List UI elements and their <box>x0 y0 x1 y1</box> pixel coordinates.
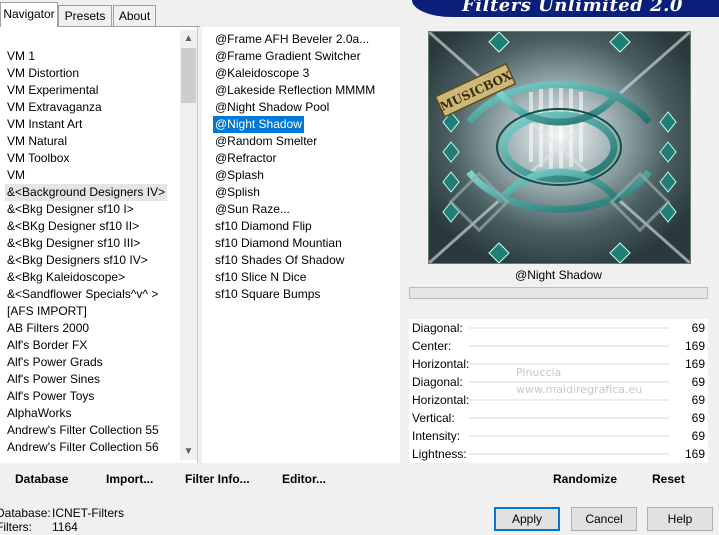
parameter-value: 69 <box>691 429 705 443</box>
filter-item[interactable]: @Splash <box>215 167 264 184</box>
category-item[interactable]: &<Background Designers IV> <box>5 184 168 201</box>
category-item[interactable]: AlphaWorks <box>7 405 71 422</box>
parameter-value: 69 <box>691 393 705 407</box>
category-item[interactable]: Alf's Power Sines <box>7 371 100 388</box>
category-item[interactable]: VM Natural <box>7 133 67 150</box>
scroll-thumb[interactable] <box>181 48 196 103</box>
category-item[interactable]: [AFS IMPORT] <box>7 303 87 320</box>
database-label: Database: <box>0 506 51 520</box>
filter-item[interactable]: @Splish <box>215 184 260 201</box>
filters-label: Filters: <box>0 520 32 534</box>
parameter-label: Center: <box>412 339 452 353</box>
parameter-label: Diagonal: <box>412 375 463 389</box>
parameter-row[interactable]: Diagonal: 69 <box>409 319 708 337</box>
category-scrollbar[interactable]: ▲ ▼ <box>180 30 197 460</box>
parameter-label: Horizontal: <box>412 357 470 371</box>
category-item[interactable]: VM <box>7 167 25 184</box>
selected-filter-name: @Night Shadow <box>515 268 602 282</box>
cancel-button[interactable]: Cancel <box>571 507 637 531</box>
category-item[interactable]: &<BKg Designer sf10 II> <box>7 218 139 235</box>
parameter-value: 169 <box>684 339 705 353</box>
category-item[interactable]: Alf's Power Toys <box>7 388 94 405</box>
parameter-value: 69 <box>691 375 705 389</box>
parameter-label: Horizontal: <box>412 393 470 407</box>
category-item[interactable]: Alf's Border FX <box>7 337 87 354</box>
watermark-url: www.maidiregrafica.eu <box>516 383 643 396</box>
filter-item[interactable]: @Random Smelter <box>215 133 317 150</box>
category-item[interactable]: &<Bkg Designer sf10 III> <box>7 235 140 252</box>
filter-item[interactable]: @Frame Gradient Switcher <box>215 48 361 65</box>
filter-info-button[interactable]: Filter Info... <box>185 469 250 489</box>
parameter-slider[interactable] <box>469 453 669 455</box>
filter-item[interactable]: @Kaleidoscope 3 <box>215 65 309 82</box>
progress-bar <box>409 287 708 299</box>
database-value: ICNET-Filters <box>52 506 124 520</box>
parameter-label: Intensity: <box>412 429 461 443</box>
filter-item[interactable]: sf10 Slice N Dice <box>215 269 306 286</box>
filter-item[interactable]: sf10 Square Bumps <box>215 286 320 303</box>
filter-item[interactable]: @Sun Raze... <box>215 201 290 218</box>
parameter-value: 69 <box>691 321 705 335</box>
parameter-row[interactable]: Lightness: 169 <box>409 445 708 463</box>
import-button[interactable]: Import... <box>106 469 153 489</box>
tab-presets[interactable]: Presets <box>58 5 112 26</box>
category-item[interactable]: &<Bkg Kaleidoscope> <box>7 269 125 286</box>
parameter-slider[interactable] <box>469 327 669 329</box>
filter-item[interactable]: sf10 Diamond Flip <box>215 218 312 235</box>
filter-item[interactable]: @Night Shadow <box>212 115 305 134</box>
category-item[interactable]: &<Bkg Designer sf10 I> <box>7 201 134 218</box>
scroll-down-icon[interactable]: ▼ <box>180 443 197 460</box>
tab-navigator[interactable]: Navigator <box>0 2 58 27</box>
filter-item[interactable]: @Night Shadow Pool <box>215 99 329 116</box>
filter-item[interactable]: @Lakeside Reflection MMMM <box>215 82 375 99</box>
parameter-value: 169 <box>684 357 705 371</box>
category-item[interactable]: VM Toolbox <box>7 150 69 167</box>
filters-count: 1164 <box>52 520 78 534</box>
parameter-label: Vertical: <box>412 411 455 425</box>
parameter-value: 69 <box>691 411 705 425</box>
reset-button[interactable]: Reset <box>652 469 685 489</box>
banner-title: Filters Unlimited 2.0 <box>462 0 683 16</box>
tab-bar: Navigator Presets About <box>0 0 200 27</box>
category-item[interactable]: VM Experimental <box>7 82 98 99</box>
tab-about[interactable]: About <box>113 5 156 26</box>
category-list[interactable]: VM 1 VM Distortion VM Experimental VM Extra… <box>0 27 198 463</box>
preview-image: MUSICBOX <box>428 31 691 264</box>
scroll-up-icon[interactable]: ▲ <box>180 30 197 47</box>
category-item[interactable]: VM Extravaganza <box>7 99 102 116</box>
parameter-label: Lightness: <box>412 447 467 461</box>
filter-item[interactable]: @Frame AFH Beveler 2.0a... <box>215 31 369 48</box>
kaleidoscope-preview: MUSICBOX <box>429 32 690 263</box>
filter-item[interactable]: sf10 Diamond Mountian <box>215 235 342 252</box>
help-button[interactable]: Help <box>647 507 713 531</box>
editor-button[interactable]: Editor... <box>282 469 326 489</box>
filter-item[interactable]: @Refractor <box>215 150 277 167</box>
category-item[interactable]: VM Instant Art <box>7 116 82 133</box>
parameter-slider[interactable] <box>469 417 669 419</box>
parameter-label: Diagonal: <box>412 321 463 335</box>
category-item[interactable]: Andrew's Filter Collection 56 <box>7 439 159 456</box>
parameter-slider[interactable] <box>469 345 669 347</box>
apply-button[interactable]: Apply <box>494 507 560 531</box>
filter-list[interactable]: @Frame AFH Beveler 2.0a... @Frame Gradien… <box>202 27 400 463</box>
parameter-slider[interactable] <box>469 435 669 437</box>
category-item[interactable]: Andrew's Filter Collection 55 <box>7 422 159 439</box>
parameter-row[interactable]: Vertical: 69 <box>409 409 708 427</box>
category-item[interactable]: AB Filters 2000 <box>7 320 89 337</box>
category-item[interactable]: VM 1 <box>7 48 35 65</box>
database-button[interactable]: Database <box>15 469 68 489</box>
category-item[interactable]: &<Bkg Designers sf10 IV> <box>7 252 148 269</box>
category-item[interactable]: VM Distortion <box>7 65 79 82</box>
parameter-slider[interactable] <box>469 399 669 401</box>
filter-item[interactable]: sf10 Shades Of Shadow <box>215 252 344 269</box>
parameter-value: 169 <box>684 447 705 461</box>
category-item[interactable]: &<Sandflower Specials^v^ > <box>7 286 158 303</box>
parameter-row[interactable]: Center: 169 <box>409 337 708 355</box>
randomize-button[interactable]: Randomize <box>553 469 617 489</box>
watermark-name: Pinuccia <box>516 366 562 379</box>
parameter-slider[interactable] <box>469 363 669 365</box>
parameter-row[interactable]: Intensity: 69 <box>409 427 708 445</box>
category-item[interactable]: Alf's Power Grads <box>7 354 103 371</box>
